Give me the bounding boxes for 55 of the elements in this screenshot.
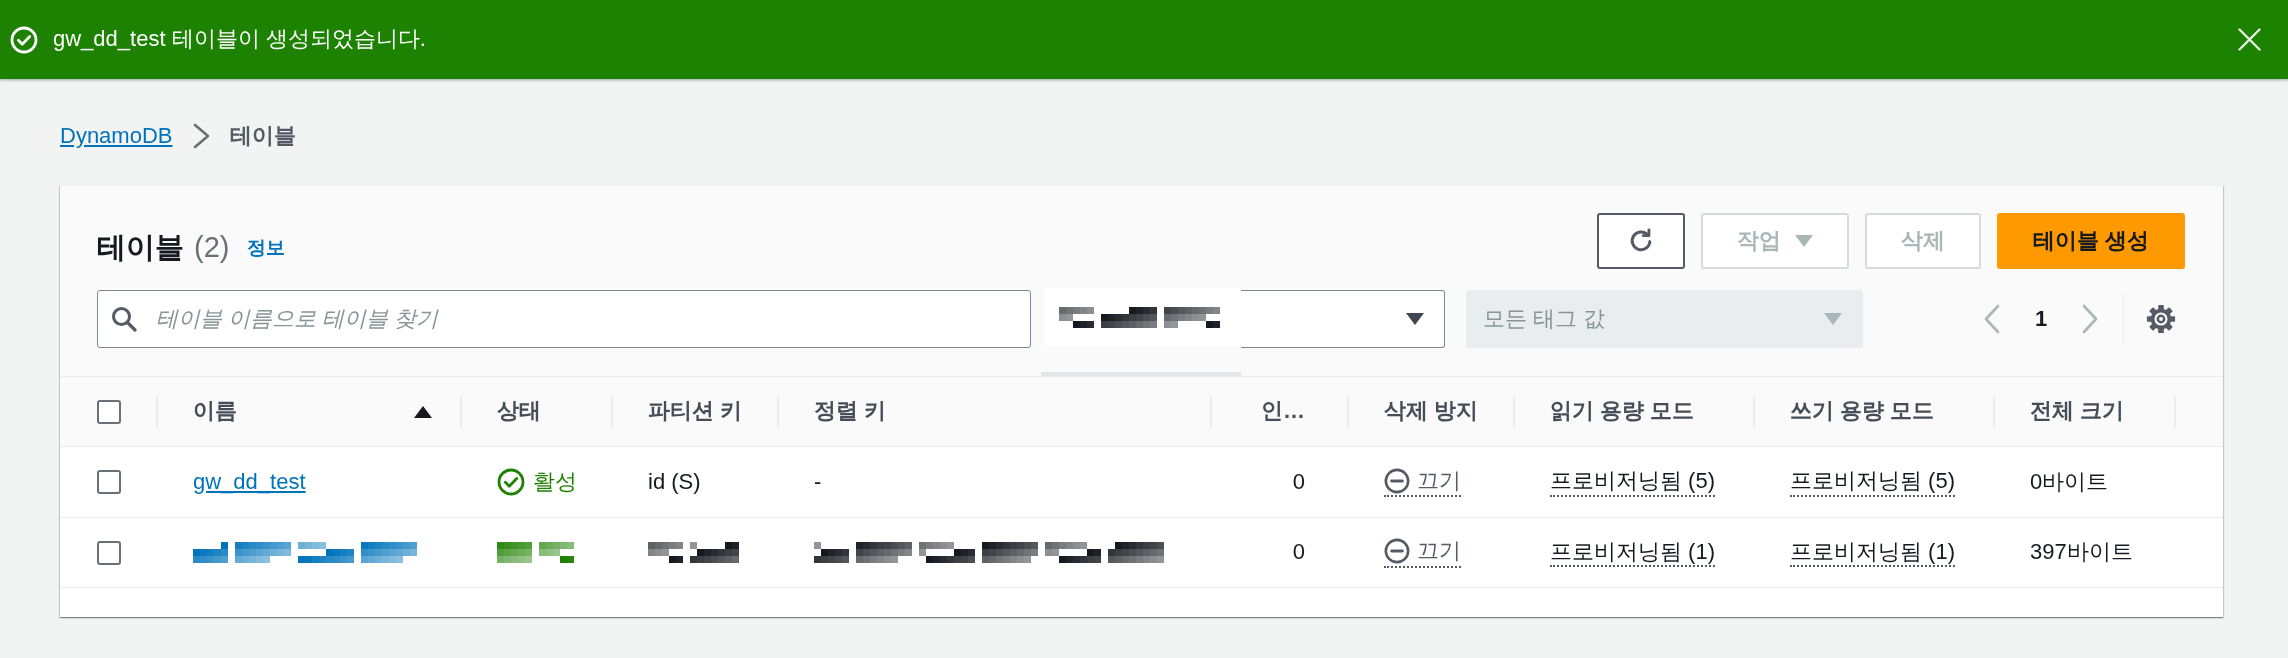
settings-icon xyxy=(2146,304,2176,334)
column-header[interactable]: 삭제 방지 xyxy=(1347,377,1513,446)
caret-up-icon xyxy=(414,405,432,418)
settings-button[interactable] xyxy=(2146,304,2176,334)
minus-circle-icon xyxy=(1384,467,1410,494)
chevron-left-icon xyxy=(1984,304,2000,334)
breadcrumb-current: 테이블 xyxy=(230,121,297,150)
capacity-mode-link[interactable]: 프로비저닝됨 (5) xyxy=(1790,467,1955,497)
item-count: (2) xyxy=(194,230,230,265)
minus-circle-icon xyxy=(1384,538,1410,564)
table-cell-text: - xyxy=(814,467,822,496)
capacity-mode-link[interactable]: 프로비저닝됨 (1) xyxy=(1790,537,1955,568)
table-cell-text: 0바이트 xyxy=(2030,467,2109,496)
status-text: 활성 xyxy=(533,467,577,496)
checkbox[interactable] xyxy=(97,399,121,424)
chevron-right-icon xyxy=(2082,304,2098,334)
checkbox[interactable] xyxy=(97,470,121,494)
table-row[interactable]: 0 끄기 프로비저닝됨 (1) 프로비저닝됨 (1) 397바이트 xyxy=(60,517,2223,588)
search-field[interactable]: 테이블 이름으로 테이블 찾기 xyxy=(97,290,1031,348)
check-circle-icon xyxy=(497,468,525,496)
check-circle-icon xyxy=(10,25,38,54)
page-number[interactable]: 1 xyxy=(2024,303,2058,335)
column-header[interactable]: 전체 크기 xyxy=(1993,377,2174,446)
caret-down-icon xyxy=(1824,313,1842,325)
tag-key-select[interactable] xyxy=(1241,290,1445,348)
capacity-mode-link[interactable]: 프로비저닝됨 (1) xyxy=(1550,537,1715,568)
column-header[interactable]: 정렬 키 xyxy=(777,377,1210,446)
column-header[interactable]: 읽기 용량 모드 xyxy=(1513,377,1753,446)
close-icon xyxy=(2238,28,2261,51)
column-header[interactable]: 파티션 키 xyxy=(611,377,777,446)
table-name-link[interactable]: gw_dd_test xyxy=(193,466,306,498)
capacity-mode-link[interactable]: 프로비저닝됨 (5) xyxy=(1550,467,1715,497)
protection-status-link[interactable]: 끄기 xyxy=(1384,537,1461,568)
panel-title: 테이블 xyxy=(97,230,184,265)
table-cell-text: 0 xyxy=(1292,538,1305,567)
protection-status-link[interactable]: 끄기 xyxy=(1384,466,1461,498)
column-header[interactable]: 인… xyxy=(1210,377,1347,446)
notification-message: gw_dd_test 테이블이 생성되었습니다. xyxy=(53,25,426,54)
column-header[interactable]: 상태 xyxy=(460,377,611,446)
search-icon xyxy=(111,306,137,332)
table-cell-text: id (S) xyxy=(648,467,701,496)
caret-down-icon xyxy=(1406,313,1424,325)
column-header[interactable]: 이름 xyxy=(156,377,460,446)
refresh-button[interactable] xyxy=(1596,213,1685,269)
table-cell-text: 397바이트 xyxy=(2030,538,2133,567)
table-cell-text: 0 xyxy=(1292,467,1305,496)
chevron-right-icon xyxy=(193,123,211,149)
close-button[interactable] xyxy=(2238,28,2261,51)
caret-down-icon xyxy=(1794,235,1813,247)
table-row[interactable]: gw_dd_test 활성 id (S) - 0 끄기 프로비저닝됨 (5) 프로비저닝됨 (5) 0바이트 xyxy=(60,446,2223,517)
column-header[interactable]: 쓰기 용량 모드 xyxy=(1753,377,1993,446)
create-table-button[interactable]: 테이블 생성 xyxy=(1996,213,2185,269)
info-link[interactable]: 정보 xyxy=(247,234,286,262)
breadcrumb-link[interactable]: DynamoDB xyxy=(60,120,173,152)
checkbox[interactable] xyxy=(97,540,121,565)
